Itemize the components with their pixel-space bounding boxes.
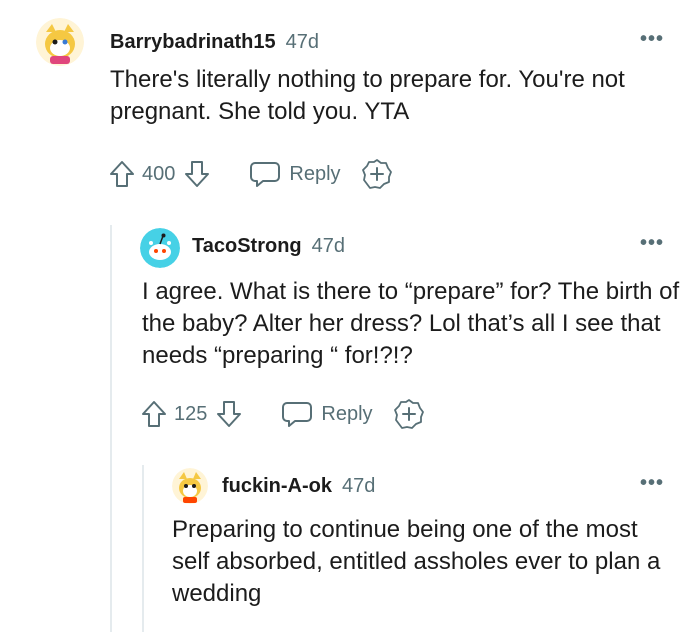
award-button[interactable] <box>393 398 425 430</box>
reply-label: Reply <box>289 162 341 185</box>
downvote-button[interactable] <box>183 159 211 189</box>
award-plus-icon <box>361 159 392 189</box>
more-options-button[interactable]: ••• <box>640 28 664 51</box>
comment-bubble-icon <box>282 402 313 427</box>
award-plus-icon <box>393 399 424 429</box>
thread-line-level-2[interactable] <box>142 465 144 632</box>
timestamp: 47d <box>342 475 376 497</box>
award-button[interactable] <box>361 158 393 190</box>
downvote-arrow-icon <box>217 401 242 427</box>
upvote-button[interactable] <box>108 159 136 189</box>
upvote-button[interactable] <box>140 399 168 429</box>
avatar[interactable] <box>140 228 180 268</box>
vote-score: 400 <box>142 162 176 185</box>
upvote-arrow-icon <box>142 401 166 427</box>
avatar[interactable] <box>172 468 208 504</box>
more-options-button[interactable]: ••• <box>640 472 664 495</box>
yellow-snoo-avatar-icon <box>36 18 84 66</box>
timestamp: 47d <box>311 235 346 257</box>
more-options-button[interactable]: ••• <box>640 232 664 255</box>
username-link[interactable]: Barrybadrinath15 <box>110 31 276 53</box>
comment-body: I agree. What is there to “prepare” for?… <box>142 278 680 369</box>
comment-meta: TacoStrong 47d <box>192 234 345 260</box>
teal-snoo-avatar-icon <box>140 228 180 268</box>
yellow-snoo-avatar-icon <box>172 468 208 504</box>
comment-meta: Barrybadrinath15 47d <box>110 30 319 56</box>
thread-line-level-1[interactable] <box>110 225 112 632</box>
comment-bubble-icon <box>250 162 281 187</box>
downvote-button[interactable] <box>215 399 243 429</box>
comment-meta: fuckin-A-ok 47d <box>222 474 375 500</box>
upvote-arrow-icon <box>110 161 134 187</box>
username-link[interactable]: TacoStrong <box>192 235 302 257</box>
reply-button[interactable]: Reply <box>281 400 373 428</box>
vote-score: 125 <box>174 402 208 425</box>
downvote-arrow-icon <box>185 161 210 187</box>
comment-actions: 400 Reply <box>108 156 393 192</box>
timestamp: 47d <box>285 31 319 53</box>
username-link[interactable]: fuckin-A-ok <box>222 475 332 497</box>
comment-body: There's literally nothing to prepare for… <box>110 66 625 125</box>
reply-label: Reply <box>321 402 373 425</box>
comment-actions: 125 Reply <box>140 396 425 432</box>
avatar[interactable] <box>36 18 84 66</box>
reply-button[interactable]: Reply <box>249 160 341 188</box>
comment-body: Preparing to continue being one of the m… <box>172 516 661 607</box>
